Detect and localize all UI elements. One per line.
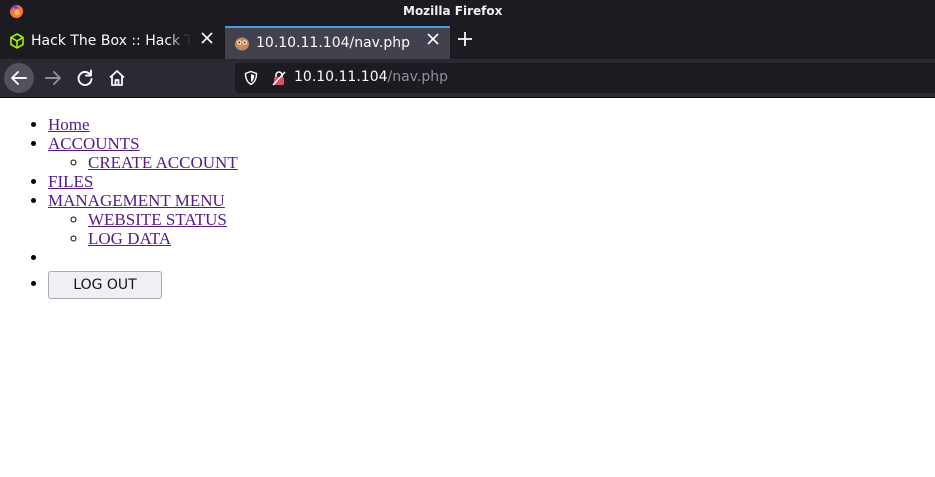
files-link[interactable]: FILES [48, 172, 93, 191]
list-item: FILES [48, 172, 935, 191]
page-content: Home ACCOUNTS CREATE ACCOUNT FILES MANAG… [0, 98, 935, 477]
list-item: LOG OUT [48, 267, 935, 299]
url-path: /nav.php [387, 69, 448, 85]
new-tab-plus-icon[interactable] [456, 30, 474, 48]
list-item: Home [48, 115, 935, 134]
url-host: 10.10.11.104 [294, 69, 388, 85]
list-item: MANAGEMENT MENU WEBSITE STATUS LOG DATA [48, 191, 935, 248]
tab-strip: Hack The Box :: Hack The Box 10.10.11.10… [0, 24, 935, 59]
create-account-link[interactable]: CREATE ACCOUNT [88, 153, 238, 172]
tracking-shield-icon[interactable] [243, 70, 259, 86]
list-item: LOG DATA [88, 229, 935, 248]
url-bar[interactable]: 10.10.11.104/nav.php [235, 63, 935, 93]
back-arrow-icon[interactable] [4, 63, 34, 93]
empty-list-item [48, 248, 935, 267]
tab-nav-php[interactable]: 10.10.11.104/nav.php [225, 26, 450, 59]
management-submenu: WEBSITE STATUS LOG DATA [48, 210, 935, 248]
window-title: Mozilla Firefox [403, 4, 503, 18]
tab-hackthebox[interactable]: Hack The Box :: Hack The Box [0, 26, 224, 59]
website-status-link[interactable]: WEBSITE STATUS [88, 210, 227, 229]
logout-button[interactable]: LOG OUT [48, 271, 162, 299]
reload-icon[interactable] [70, 63, 100, 93]
close-icon[interactable] [200, 31, 214, 45]
tab-label: 10.10.11.104/nav.php [256, 35, 410, 51]
url-text: 10.10.11.104/nav.php [294, 69, 448, 85]
list-item: CREATE ACCOUNT [88, 153, 935, 172]
home-icon[interactable] [102, 63, 132, 93]
hackthebox-cube-icon [10, 33, 24, 49]
close-icon[interactable] [426, 32, 440, 46]
insecure-lock-icon[interactable] [271, 70, 287, 86]
tab-label: Hack The Box :: Hack The Box [31, 33, 191, 49]
list-item: WEBSITE STATUS [88, 210, 935, 229]
main-nav-list: Home ACCOUNTS CREATE ACCOUNT FILES MANAG… [0, 98, 935, 299]
accounts-submenu: CREATE ACCOUNT [48, 153, 935, 172]
owl-favicon-icon [235, 37, 249, 51]
accounts-link[interactable]: ACCOUNTS [48, 134, 140, 153]
home-link[interactable]: Home [48, 115, 90, 134]
log-data-link[interactable]: LOG DATA [88, 229, 171, 248]
forward-arrow-icon[interactable] [38, 63, 68, 93]
management-menu-link[interactable]: MANAGEMENT MENU [48, 191, 225, 210]
window-titlebar: Mozilla Firefox [0, 0, 935, 24]
list-item: ACCOUNTS CREATE ACCOUNT [48, 134, 935, 172]
navigation-toolbar: 10.10.11.104/nav.php [0, 59, 935, 98]
